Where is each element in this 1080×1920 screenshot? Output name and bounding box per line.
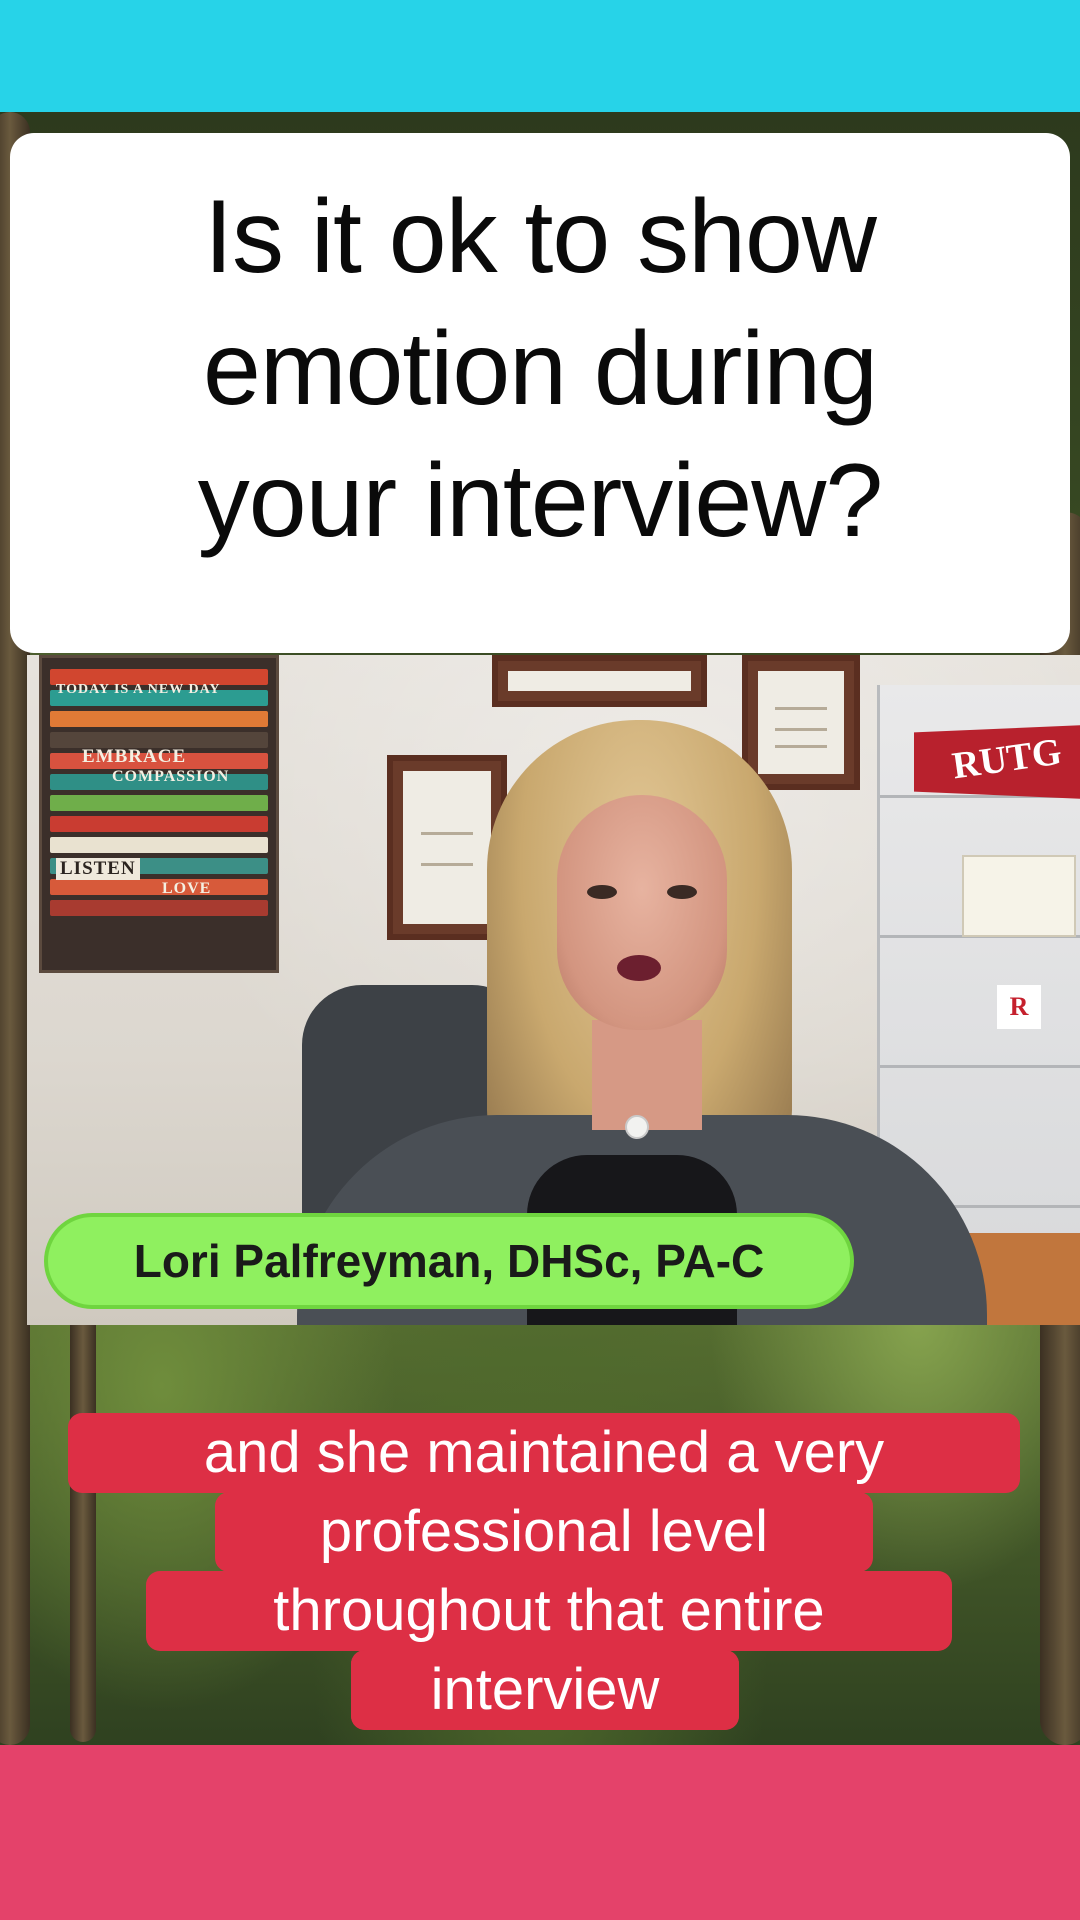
poster-word-4: LISTEN bbox=[56, 858, 140, 880]
cabinet-certificate bbox=[962, 855, 1076, 937]
caption-line-1: and she maintained a very bbox=[68, 1413, 1020, 1493]
speaker-eye-right bbox=[667, 885, 697, 899]
poster-word-3: COMPASSION bbox=[112, 768, 230, 785]
speaker-eye-left bbox=[587, 885, 617, 899]
title-line-2: emotion during bbox=[203, 311, 878, 427]
poster-word-5: LOVE bbox=[162, 880, 212, 897]
necklace-pendant bbox=[625, 1115, 649, 1139]
caption-line-4-overlay: interview bbox=[351, 1650, 739, 1730]
picture-frame-top bbox=[492, 655, 707, 707]
poster-word-2: EMBRACE bbox=[82, 746, 187, 767]
title-card: Is it ok to show emotion during your int… bbox=[10, 133, 1070, 653]
title-line-3: your interview? bbox=[197, 443, 883, 559]
caption-line-2: professional level bbox=[215, 1492, 873, 1572]
r-logo-sticker: R bbox=[997, 985, 1041, 1029]
caption-line-3: throughout that entire bbox=[146, 1571, 952, 1651]
top-color-bar bbox=[0, 0, 1080, 112]
title-line-1: Is it ok to show bbox=[204, 179, 877, 295]
speaker-name: Lori Palfreyman, DHSc, PA-C bbox=[133, 1235, 765, 1287]
speaker-mouth bbox=[617, 955, 661, 981]
poster-word-1: TODAY IS A NEW DAY bbox=[56, 682, 221, 697]
speaker-face bbox=[557, 795, 727, 1030]
wall-poster: TODAY IS A NEW DAY EMBRACE COMPASSION LI… bbox=[39, 655, 279, 973]
title-text: Is it ok to show emotion during your int… bbox=[10, 171, 1070, 567]
bottom-color-bar bbox=[0, 1745, 1080, 1920]
diploma-frame bbox=[742, 655, 860, 790]
speaker-name-tag: Lori Palfreyman, DHSc, PA-C bbox=[44, 1213, 854, 1309]
speaker-neck bbox=[592, 1020, 702, 1130]
